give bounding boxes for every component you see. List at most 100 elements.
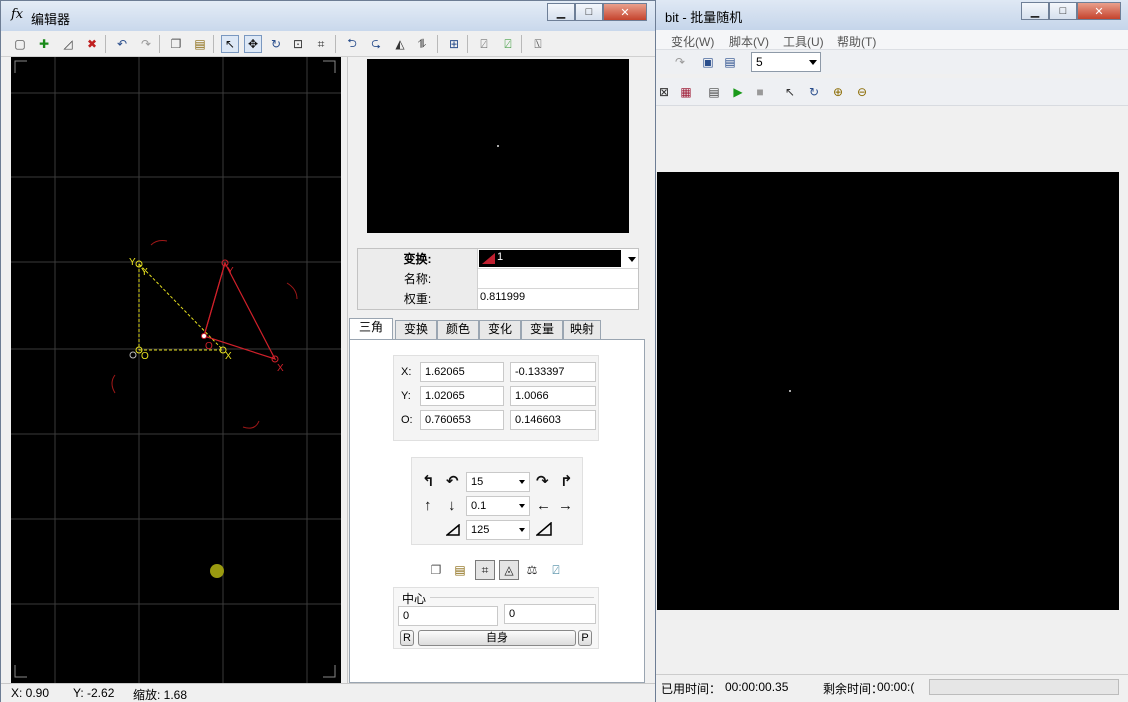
close-icon[interactable]: ✕	[1077, 2, 1121, 20]
maximize-icon[interactable]: □	[1049, 2, 1077, 20]
redo-icon[interactable]: ↷	[671, 53, 689, 71]
minimize-icon[interactable]: ▁	[547, 3, 575, 21]
tab-variables[interactable]: 变量	[521, 320, 563, 339]
window-icon[interactable]: ▤	[721, 53, 739, 71]
document-icon[interactable]: ▤	[705, 83, 723, 101]
chevron-down-icon[interactable]	[628, 257, 636, 262]
reset-center-button[interactable]: R	[400, 630, 414, 646]
scale-up-icon[interactable]	[536, 522, 552, 536]
rotate-right-icon[interactable]: ↷	[536, 474, 549, 489]
calendar-icon[interactable]: ▦	[677, 83, 695, 101]
zoom-in-icon[interactable]: ⊕	[829, 83, 847, 101]
move-right-icon[interactable]: →	[558, 498, 573, 513]
y-coord-field-1[interactable]: 1.02065	[420, 386, 504, 406]
pointer-icon[interactable]: ↖	[781, 83, 799, 101]
zoom-out-icon[interactable]: ⊖	[853, 83, 871, 101]
move-left-icon[interactable]: ←	[536, 498, 551, 513]
scale-down-icon[interactable]	[446, 524, 460, 536]
editor-statusbar: X: 0.90 Y: -2.62 缩放: 1.68	[1, 683, 655, 702]
tab-color[interactable]: 颜色	[437, 320, 479, 339]
name-row: 名称:	[358, 269, 638, 289]
new-triangle-icon[interactable]: ▢	[11, 35, 29, 53]
batch-random-window: bit - 批量随机 ▁ □ ✕ 变化(W) 脚本(V) 工具(U) 帮助(T)…	[640, 0, 1128, 702]
weight-field[interactable]: 0.811999	[480, 291, 525, 303]
center-x-field[interactable]: 0	[398, 606, 498, 626]
center-group: 中心 0 0 R 自身 P	[393, 587, 599, 649]
editor-titlebar[interactable]: fx 编辑器 ▁ □ ✕	[1, 1, 655, 31]
menu-item-help[interactable]: 帮助(T)	[837, 33, 876, 50]
batch-toolbar-1: ↷ ▣ ▤ 5	[641, 50, 1128, 74]
add-triangle-icon[interactable]: ✚	[35, 35, 53, 53]
move-up-icon[interactable]: ↑	[424, 498, 432, 513]
copy-coords-icon[interactable]: ❐	[427, 561, 445, 579]
reset-icon[interactable]: ⍁	[547, 561, 565, 579]
self-center-button[interactable]: 自身	[418, 630, 576, 646]
menu-item-tools[interactable]: 工具(U)	[783, 33, 824, 50]
toolbar-separator	[105, 35, 106, 53]
grid-icon[interactable]: ⊞	[445, 35, 463, 53]
ref-y-label-2: Y	[141, 267, 148, 278]
balance-icon[interactable]: ⚖	[523, 561, 541, 579]
rotate-left-90-icon[interactable]: ↰	[422, 474, 435, 489]
post-transform-icon[interactable]: ⍁	[475, 35, 493, 53]
toolbar-separator	[213, 35, 214, 53]
rotate-left-icon[interactable]: ⮌	[343, 35, 361, 53]
y-coord-field-2[interactable]: 1.0066	[510, 386, 596, 406]
menu-item-script[interactable]: 脚本(V)	[729, 33, 769, 50]
rotate-right-icon[interactable]: ⮎	[367, 35, 385, 53]
stop-icon[interactable]: ■	[751, 83, 769, 101]
settings-icon[interactable]: ⍂	[529, 35, 547, 53]
triangle-editor-canvas[interactable]: Y Y O X Y X O	[11, 57, 341, 683]
paste-coords-icon[interactable]: ▤	[451, 561, 469, 579]
batch-count-value: 5	[756, 55, 763, 69]
tab-triangle[interactable]: 三角	[349, 318, 393, 340]
x-coord-field-2[interactable]: -0.133397	[510, 362, 596, 382]
delete-triangle-icon[interactable]: ✖	[83, 35, 101, 53]
pivot-world-icon[interactable]: ◬	[499, 560, 519, 580]
x-coord-field-1[interactable]: 1.62065	[420, 362, 504, 382]
pick-center-button[interactable]: P	[578, 630, 592, 646]
rotate-left-icon[interactable]: ↶	[446, 474, 459, 489]
rotate-amount-select[interactable]: 15	[466, 472, 530, 492]
rotate-right-90-icon[interactable]: ↱	[560, 474, 573, 489]
transform-controls-group: ↰ ↶ 15 ↷ ↱ ↑ ↓ 0.1 ← → 125	[411, 457, 583, 545]
tab-variation[interactable]: 变化	[479, 320, 521, 339]
paste-icon[interactable]: ▤	[191, 35, 209, 53]
close-icon[interactable]: ✕	[603, 3, 647, 21]
grid-view-icon[interactable]: ⊠	[655, 83, 673, 101]
scale-amount-select[interactable]: 125	[466, 520, 530, 540]
tri-x-label: X	[277, 363, 284, 374]
reset-transform-icon[interactable]: ⍁	[499, 35, 517, 53]
pivot-local-icon[interactable]: ⌗	[475, 560, 495, 580]
elapsed-value: 00:00:00.35	[725, 680, 789, 694]
menu-item-transform[interactable]: 变化(W)	[671, 33, 714, 50]
scale-mode-icon[interactable]: ⊡	[289, 35, 307, 53]
redo-icon[interactable]: ↷	[137, 35, 155, 53]
tri-y-label: Y	[227, 266, 234, 277]
move-amount-select[interactable]: 0.1	[466, 496, 530, 516]
play-icon[interactable]: ▶	[729, 83, 747, 101]
pivot-mode-icon[interactable]: ⌗	[312, 35, 330, 53]
flip-vertical-icon[interactable]: ⥮	[413, 35, 431, 53]
maximize-icon[interactable]: □	[575, 3, 603, 21]
copy-icon[interactable]: ❐	[167, 35, 185, 53]
minimize-icon[interactable]: ▁	[1021, 2, 1049, 20]
move-mode-icon[interactable]: ✥	[244, 35, 262, 53]
undo-icon[interactable]: ↶	[113, 35, 131, 53]
o-coord-field-2[interactable]: 0.146603	[510, 410, 596, 430]
batch-menubar: 变化(W) 脚本(V) 工具(U) 帮助(T)	[641, 30, 1128, 50]
refresh-icon[interactable]: ↻	[805, 83, 823, 101]
o-coord-field-1[interactable]: 0.760653	[420, 410, 504, 430]
rotate-mode-icon[interactable]: ↻	[267, 35, 285, 53]
duplicate-triangle-icon[interactable]: ◿	[59, 35, 77, 53]
save-icon[interactable]: ▣	[699, 53, 717, 71]
flip-horizontal-icon[interactable]: ◭	[391, 35, 409, 53]
batch-count-select[interactable]: 5	[751, 52, 821, 72]
tab-transform[interactable]: 变换	[395, 320, 437, 339]
move-down-icon[interactable]: ↓	[448, 498, 456, 513]
tab-mapping[interactable]: 映射	[563, 320, 601, 339]
center-y-field[interactable]: 0	[504, 604, 596, 624]
select-mode-icon[interactable]: ↖	[221, 35, 239, 53]
transform-select[interactable]: 1	[479, 250, 621, 267]
batch-window-titlebar[interactable]: bit - 批量随机 ▁ □ ✕	[641, 0, 1128, 30]
